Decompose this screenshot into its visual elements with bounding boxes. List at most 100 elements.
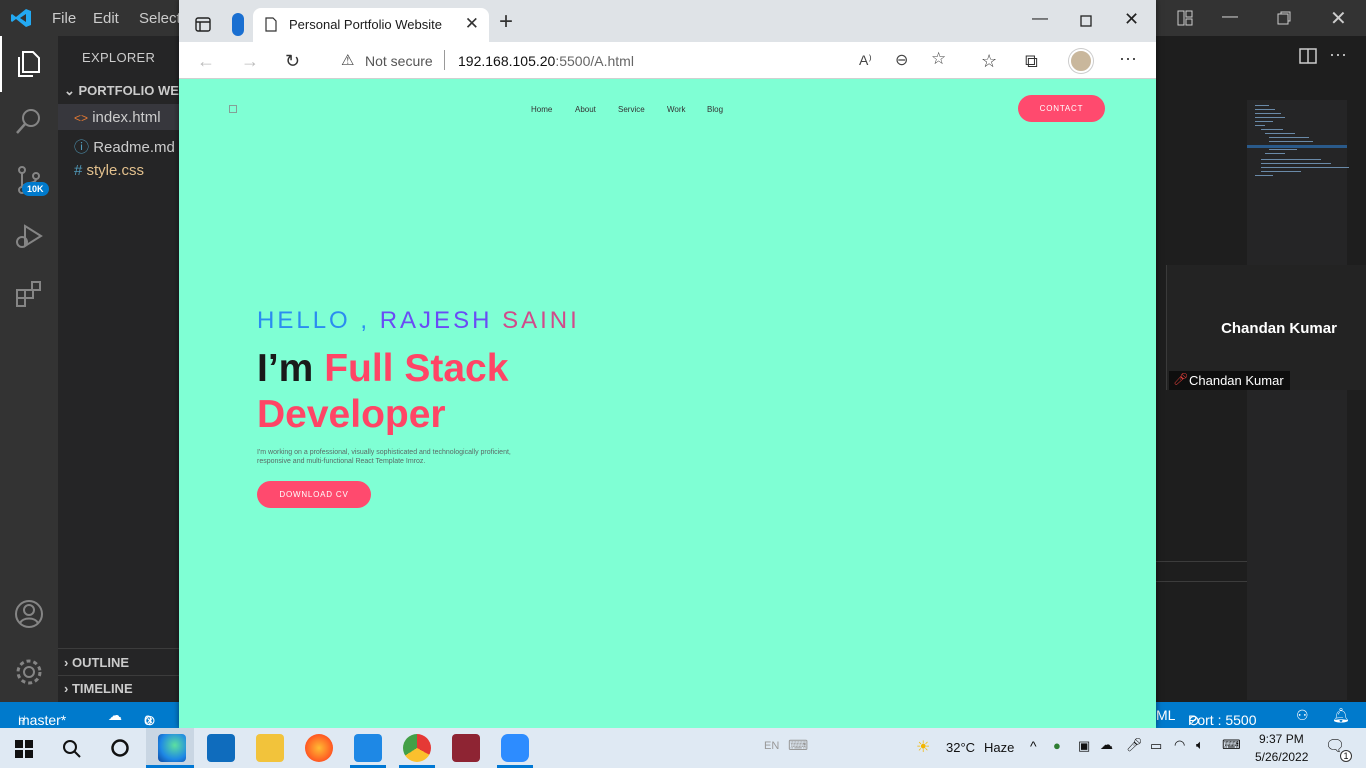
contact-button[interactable]: CONTACT xyxy=(1018,95,1105,122)
firefox-icon[interactable] xyxy=(305,734,333,762)
file-label: style.css xyxy=(86,162,145,179)
extensions-icon[interactable] xyxy=(13,278,45,310)
tab-bar: Personal Portfolio Website ✕ + — ✕ xyxy=(179,0,1156,42)
temperature[interactable]: 32°C xyxy=(946,740,975,755)
input-language[interactable]: EN xyxy=(764,740,779,752)
participant-name: Chandan Kumar xyxy=(1221,320,1337,337)
back-icon[interactable]: ← xyxy=(197,51,215,72)
tab-personal-portfolio[interactable]: Personal Portfolio Website ✕ xyxy=(253,8,489,42)
file-explorer-icon[interactable] xyxy=(256,734,284,762)
menu-selection[interactable]: Selecti xyxy=(139,10,184,27)
headline-intro: I’m xyxy=(257,347,325,390)
nav-service[interactable]: Service xyxy=(618,105,645,114)
zoom-app-icon[interactable] xyxy=(501,734,529,762)
account-icon[interactable] xyxy=(13,598,45,630)
minimize-icon[interactable]: — xyxy=(1032,10,1048,28)
vscode-taskbar-icon[interactable] xyxy=(354,734,382,762)
clock-date[interactable]: 5/26/2022 xyxy=(1255,750,1308,764)
nav-about[interactable]: About xyxy=(575,105,596,114)
branch-label: master* xyxy=(18,712,67,728)
gear-icon[interactable] xyxy=(13,656,45,688)
chevron-right-icon: › xyxy=(64,655,72,670)
url-path: :5500/A.html xyxy=(555,53,634,69)
nav-blog[interactable]: Blog xyxy=(707,105,723,114)
chevron-up-icon[interactable]: ^ xyxy=(1030,738,1037,754)
download-cv-button[interactable]: DOWNLOAD CV xyxy=(257,481,371,508)
vertical-tabs-icon[interactable] xyxy=(232,13,244,36)
portfolio-page: Home About Service Work Blog CONTACT HEL… xyxy=(179,79,1156,728)
port-label: Port : 5500 xyxy=(1188,712,1257,728)
menu-file[interactable]: File xyxy=(52,10,76,27)
url-text: 192.168.105.20:5500/A.html xyxy=(458,53,634,69)
windows-start-icon[interactable] xyxy=(15,740,33,758)
file-index-html[interactable]: <> index.html xyxy=(74,109,161,126)
winrar-icon[interactable] xyxy=(452,734,480,762)
edge-icon[interactable] xyxy=(158,734,186,762)
menu-edit[interactable]: Edit xyxy=(93,10,119,27)
nav-home[interactable]: Home xyxy=(531,105,552,114)
project-folder[interactable]: ⌄ PORTFOLIO WE xyxy=(64,83,179,99)
minimize-icon[interactable]: — xyxy=(1222,8,1238,26)
sync-icon[interactable]: ☁︎ xyxy=(108,707,122,724)
more-actions-icon[interactable]: ··· xyxy=(1329,44,1347,65)
more-icon[interactable]: ··· xyxy=(1119,48,1137,69)
run-debug-icon[interactable] xyxy=(13,220,45,252)
battery-icon[interactable]: ▭ xyxy=(1150,738,1162,754)
close-window-icon[interactable]: ✕ xyxy=(1124,9,1139,30)
tab-actions-icon[interactable] xyxy=(195,17,211,32)
keyboard-icon[interactable]: ⌨ xyxy=(788,737,808,754)
participant-label-text: Chandan Kumar xyxy=(1189,373,1284,388)
mail-icon[interactable] xyxy=(207,734,235,762)
wifi-icon[interactable]: ◠ xyxy=(1174,737,1185,753)
weather-icon[interactable]: ☀ xyxy=(916,737,930,757)
file-readme[interactable]: ⓘ Readme.md xyxy=(74,136,175,157)
maximize-icon[interactable] xyxy=(1080,15,1092,27)
clock-time[interactable]: 9:37 PM xyxy=(1259,732,1304,746)
feedback-icon[interactable]: ⚇ xyxy=(1296,707,1309,724)
cortana-icon[interactable] xyxy=(110,738,130,758)
restore-icon[interactable] xyxy=(1276,10,1292,26)
file-style-css[interactable]: # style.css xyxy=(74,162,144,179)
outline-section[interactable]: › OUTLINE xyxy=(64,655,129,670)
activity-bar: 10K xyxy=(0,36,58,702)
notification-count: 1 xyxy=(1340,750,1352,762)
timeline-section[interactable]: › TIMELINE xyxy=(64,681,133,696)
profile-avatar[interactable] xyxy=(1069,49,1093,73)
nav-work[interactable]: Work xyxy=(667,105,686,114)
read-aloud-icon[interactable]: A⁾ xyxy=(859,52,872,69)
panel-divider xyxy=(1155,561,1247,562)
explorer-icon[interactable] xyxy=(13,48,45,80)
split-editor-icon[interactable] xyxy=(1299,48,1317,64)
close-icon[interactable]: ✕ xyxy=(1330,6,1347,31)
camera-icon[interactable]: ▣ xyxy=(1078,738,1090,754)
new-tab-icon[interactable]: + xyxy=(499,10,513,34)
file-label: Readme.md xyxy=(93,139,175,156)
search-icon[interactable] xyxy=(62,739,82,759)
tab-close-icon[interactable]: ✕ xyxy=(465,14,479,34)
tray-app-icon[interactable]: ● xyxy=(1053,738,1061,753)
keyboard-layout-icon[interactable]: ⌨ xyxy=(1222,737,1241,753)
language-mode[interactable]: ML xyxy=(1156,707,1175,723)
address-toolbar: ← → ↻ ⚠ Not secure 192.168.105.20:5500/A… xyxy=(179,42,1156,79)
bell-icon[interactable]: 🔔︎ xyxy=(1332,707,1350,724)
microphone-icon[interactable]: 🎤︎ xyxy=(1126,737,1143,753)
volume-muted-icon[interactable]: 🔈︎ xyxy=(1196,737,1204,753)
favorites-icon[interactable]: ☆ xyxy=(981,51,997,72)
search-icon[interactable] xyxy=(13,106,45,138)
explorer-sidebar: EXPLORER ⌄ PORTFOLIO WE <> index.html ⓘ … xyxy=(58,36,180,702)
headline-role: Full Stack xyxy=(324,347,509,390)
onedrive-icon[interactable]: ☁︎ xyxy=(1100,737,1113,753)
layout-icon[interactable] xyxy=(1177,10,1193,26)
weather-description[interactable]: Haze xyxy=(984,740,1014,755)
source-control-badge: 10K xyxy=(22,182,49,196)
refresh-icon[interactable]: ↻ xyxy=(285,51,300,72)
forward-icon[interactable]: → xyxy=(241,51,259,72)
zoom-icon[interactable]: ⊖ xyxy=(895,50,908,70)
minimap[interactable] xyxy=(1247,100,1349,700)
add-favorite-icon[interactable]: ☆ xyxy=(931,49,946,69)
collections-icon[interactable]: ⧉ xyxy=(1025,51,1038,72)
html-file-icon: <> xyxy=(74,111,89,125)
chrome-icon[interactable] xyxy=(403,734,431,762)
address-bar[interactable]: ⚠ Not secure 192.168.105.20:5500/A.html … xyxy=(323,46,963,75)
zoom-participant-tile[interactable]: Chandan Kumar 🎤︎ Chandan Kumar xyxy=(1166,265,1366,390)
